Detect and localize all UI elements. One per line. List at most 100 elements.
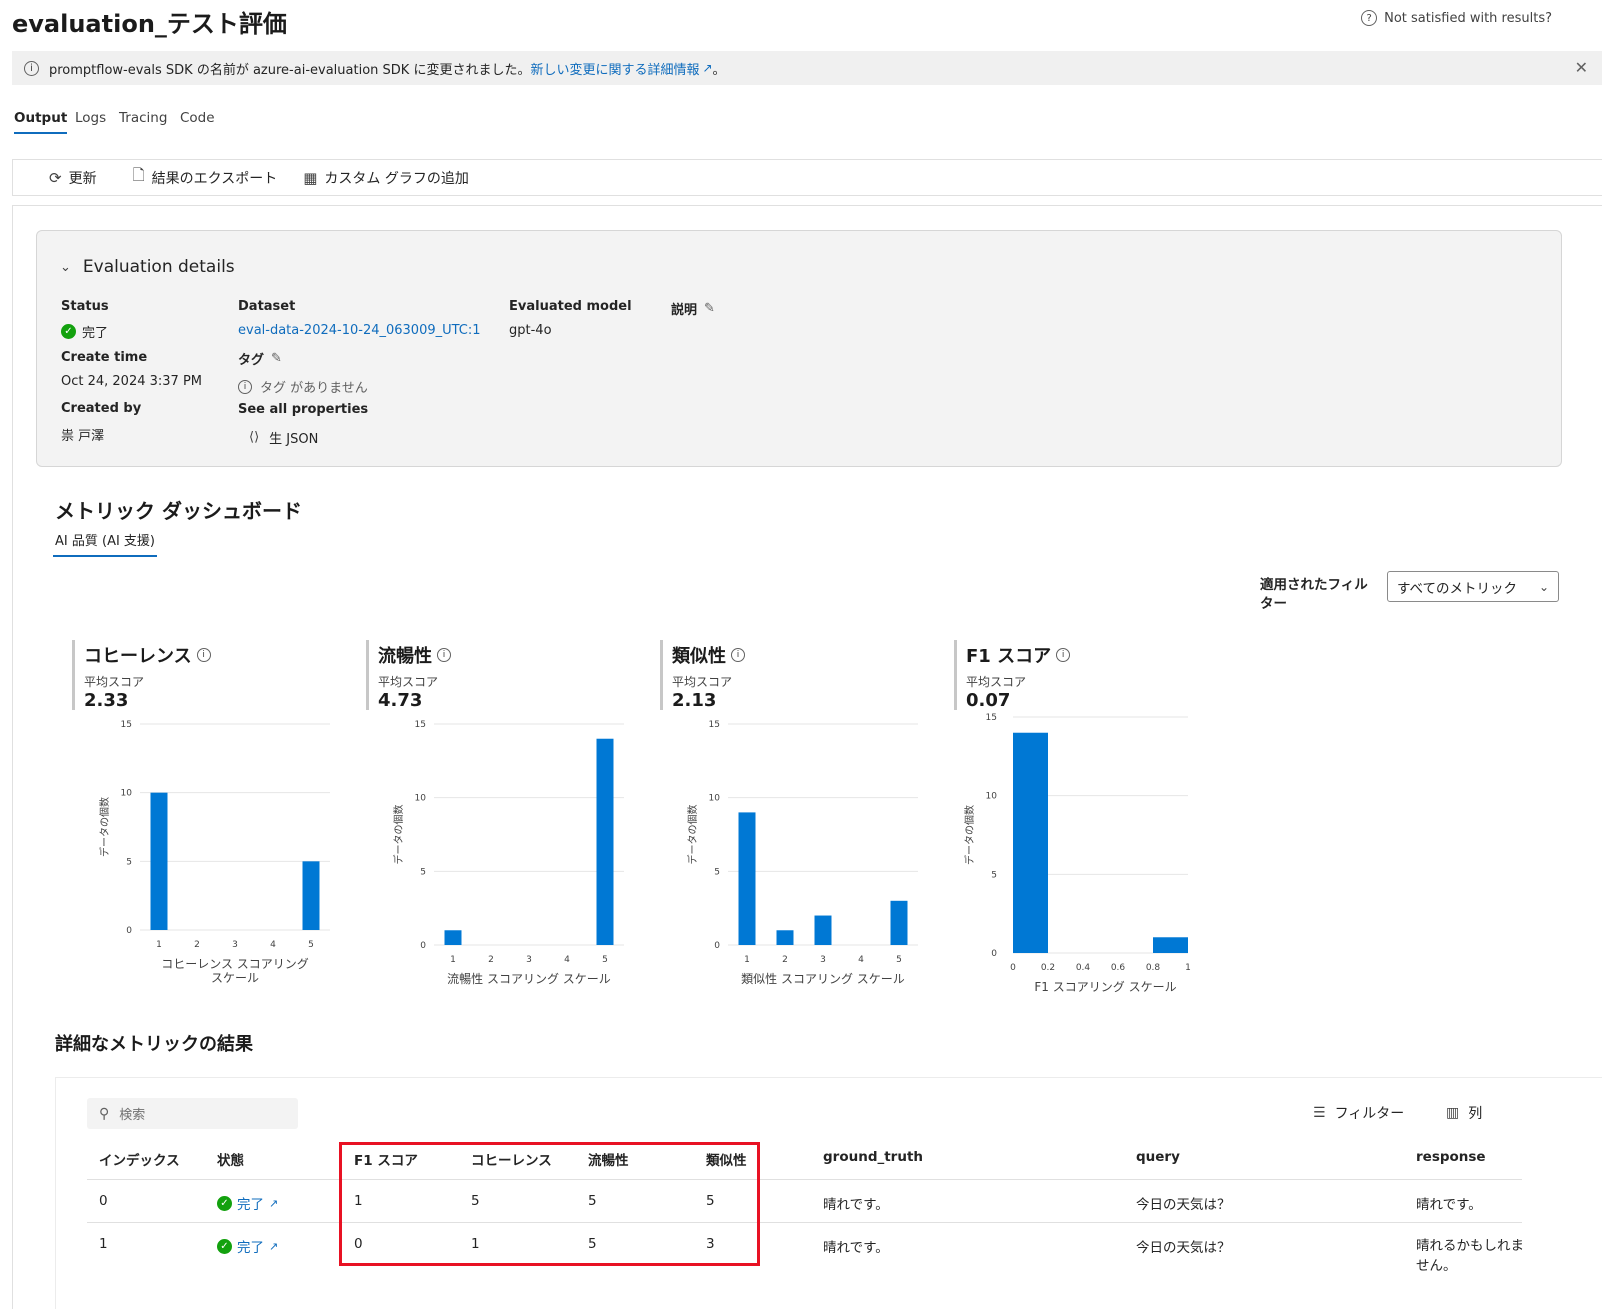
histogram-bar (776, 930, 794, 945)
x-axis-label: スケール (211, 971, 259, 985)
y-tick-label: 10 (121, 789, 133, 799)
export-button[interactable]: 🗋 結果のエクスポート (133, 165, 278, 190)
refresh-button[interactable]: ⟳ 更新 (49, 168, 97, 188)
description-label: 説明 ✎ (671, 299, 715, 318)
x-tick-label: 4 (858, 955, 864, 965)
status-value: ✓ 完了 (61, 322, 108, 341)
tab-code[interactable]: Code (180, 110, 215, 132)
success-check-icon: ✓ (217, 1195, 232, 1211)
info-icon: i (238, 379, 252, 394)
created-by-value: 祟 戸澤 (61, 429, 105, 444)
external-link-icon: ↗ (269, 1239, 279, 1253)
close-icon[interactable]: ✕ (1575, 58, 1588, 77)
info-icon[interactable]: i (1056, 648, 1071, 662)
f1-histogram: 0 5 10 15 データの個数 0 0.2 0.4 0.6 0.8 1 F1 スコアリング スケール (963, 713, 1191, 994)
y-tick-label: 5 (991, 870, 997, 880)
histogram-bar (150, 792, 168, 930)
export-label: 結果のエクスポート (151, 170, 278, 187)
x-tick-label: 1 (450, 955, 456, 965)
info-icon[interactable]: i (196, 648, 211, 662)
tab-ai-quality[interactable]: AI 品質 (AI 支援) (53, 530, 157, 557)
cell-status-link[interactable]: ✓ 完了 ↗ (217, 1193, 278, 1213)
metric-title: 類似性 (672, 646, 726, 667)
search-input[interactable]: ⚲ 検索 (87, 1098, 298, 1129)
x-axis-label: 流暢性 スコアリング スケール (447, 972, 611, 986)
x-axis-label: コヒーレンス スコアリング (161, 957, 309, 971)
status-text: 完了 (237, 1240, 264, 1256)
question-icon: ? (1361, 10, 1378, 26)
cell-ground-truth: 晴れです。 (823, 1197, 889, 1213)
metric-name: F1 スコア i (966, 642, 1071, 668)
columns-button[interactable]: ▥ 列 (1446, 1103, 1482, 1123)
status-label: Status (61, 299, 109, 314)
info-icon[interactable]: i (437, 648, 451, 662)
cell-index: 0 (99, 1193, 108, 1209)
raw-json-button[interactable]: ⟨⟩ 生 JSON (249, 428, 318, 447)
metric-name: 流暢性 i (378, 642, 451, 668)
chevron-down-icon: ⌄ (60, 259, 71, 275)
y-axis-label: データの個数 (686, 805, 699, 865)
tab-tracing[interactable]: Tracing (119, 110, 167, 132)
metric-title: F1 スコア (966, 646, 1052, 667)
help-link[interactable]: ? Not satisfied with results? (1361, 10, 1552, 26)
metric-name: コヒーレンス i (84, 642, 211, 668)
tab-output[interactable]: Output (14, 110, 68, 134)
metric-card-accent (660, 640, 663, 710)
cell-query: 今日の天気は？ (1136, 1197, 1231, 1213)
y-tick-label: 5 (420, 867, 426, 877)
evaluated-model-label: Evaluated model (509, 299, 632, 314)
document-icon: 🗋 (132, 166, 145, 184)
x-tick-label: 5 (602, 955, 608, 965)
y-tick-label: 15 (709, 720, 720, 730)
banner-text: promptflow-evals SDK の名前が azure-ai-evalu… (49, 62, 531, 78)
evaluation-details-toggle[interactable]: ⌄ Evaluation details (60, 257, 235, 277)
histogram-bar (1153, 937, 1188, 953)
highlight-box (339, 1142, 760, 1266)
y-tick-label: 15 (415, 720, 426, 730)
y-tick-label: 10 (709, 794, 721, 804)
column-header-ground-truth[interactable]: ground_truth (823, 1149, 923, 1165)
tab-logs[interactable]: Logs (75, 110, 106, 132)
x-tick-label: 0.2 (1041, 963, 1055, 973)
x-tick-label: 0.6 (1111, 963, 1126, 973)
column-header-index[interactable]: インデックス (99, 1149, 180, 1169)
filter-button-label: フィルター (1334, 1106, 1405, 1122)
column-header-response[interactable]: response (1416, 1149, 1486, 1165)
x-axis-label: F1 スコアリング スケール (1034, 980, 1176, 994)
y-tick-label: 0 (420, 941, 426, 951)
chart-add-icon: ▦ (303, 168, 318, 187)
status-text: 完了 (237, 1197, 264, 1213)
edit-description-icon[interactable]: ✎ (704, 301, 715, 316)
average-score-value: 4.73 (378, 690, 423, 711)
filter-button[interactable]: ☰ フィルター (1313, 1103, 1404, 1123)
column-header-status[interactable]: 状態 (217, 1149, 244, 1169)
info-banner: i promptflow-evals SDK の名前が azure-ai-eva… (12, 51, 1602, 85)
search-placeholder: 検索 (119, 1108, 146, 1123)
y-tick-label: 15 (121, 720, 132, 730)
metric-filter-dropdown[interactable]: すべてのメトリック ⌄ (1387, 571, 1559, 602)
y-tick-label: 0 (714, 941, 720, 951)
tags-empty: i タグ がありません (238, 377, 368, 396)
histogram-bar (890, 900, 908, 945)
filter-icon: ☰ (1313, 1105, 1326, 1121)
x-tick-label: 2 (488, 955, 494, 965)
y-axis-label: データの個数 (392, 805, 405, 865)
cell-ground-truth: 晴れです。 (823, 1240, 889, 1256)
applied-filter-label: 適用されたフィルター (1260, 577, 1368, 612)
histogram-bar (444, 930, 462, 945)
column-header-query[interactable]: query (1136, 1149, 1180, 1165)
dataset-label: Dataset (238, 299, 296, 314)
add-chart-button[interactable]: ▦ カスタム グラフの追加 (303, 168, 469, 188)
banner-link[interactable]: 新しい変更に関する詳細情報 (530, 59, 699, 78)
y-tick-label: 0 (991, 949, 997, 959)
cell-response: 晴れです。 (1416, 1197, 1482, 1213)
tags-empty-text: タグ がありません (260, 381, 368, 396)
x-tick-label: 4 (270, 940, 276, 950)
fluency-histogram: 0 5 10 15 データの個数 1 2 3 4 5 流暢性 スコアリング スケール (392, 720, 624, 986)
chevron-down-icon: ⌄ (1538, 579, 1549, 594)
dataset-link[interactable]: eval-data-2024-10-24_063009_UTC:1 (238, 323, 481, 338)
histogram-bar (814, 915, 832, 945)
cell-status-link[interactable]: ✓ 完了 ↗ (217, 1236, 278, 1256)
edit-tags-icon[interactable]: ✎ (271, 351, 282, 366)
info-icon[interactable]: i (731, 648, 745, 662)
